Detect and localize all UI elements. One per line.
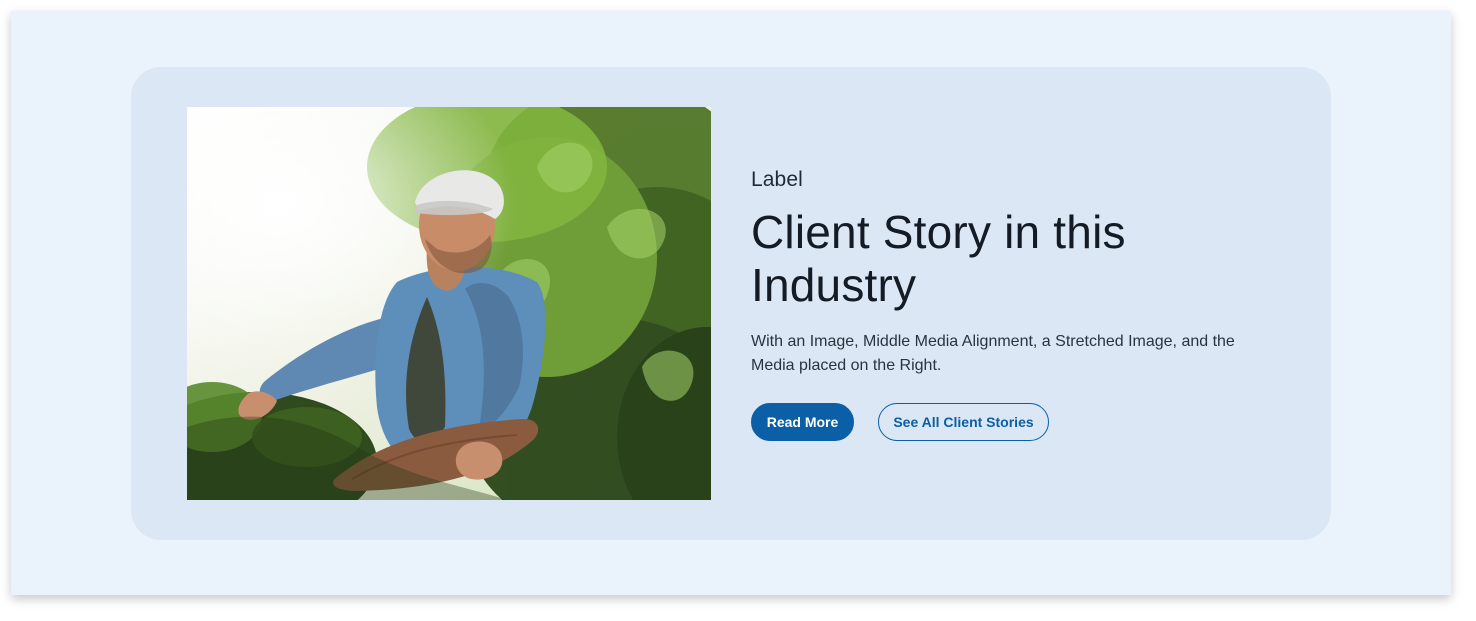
section-label: Label <box>751 168 803 191</box>
client-story-image <box>187 107 711 500</box>
story-actions: Read More See All Client Stories <box>751 403 1271 441</box>
story-description: With an Image, Middle Media Alignment, a… <box>751 333 1235 374</box>
read-more-button[interactable]: Read More <box>751 403 854 441</box>
farmer-with-clipboard-photo <box>187 107 711 500</box>
see-all-client-stories-button[interactable]: See All Client Stories <box>878 403 1049 441</box>
story-title: Client Story in this Industry <box>751 206 1126 311</box>
page-frame: Label Client Story in this Industry With… <box>11 11 1451 595</box>
client-story-card: Label Client Story in this Industry With… <box>131 67 1331 540</box>
story-content: Label Client Story in this Industry With… <box>751 168 1271 441</box>
